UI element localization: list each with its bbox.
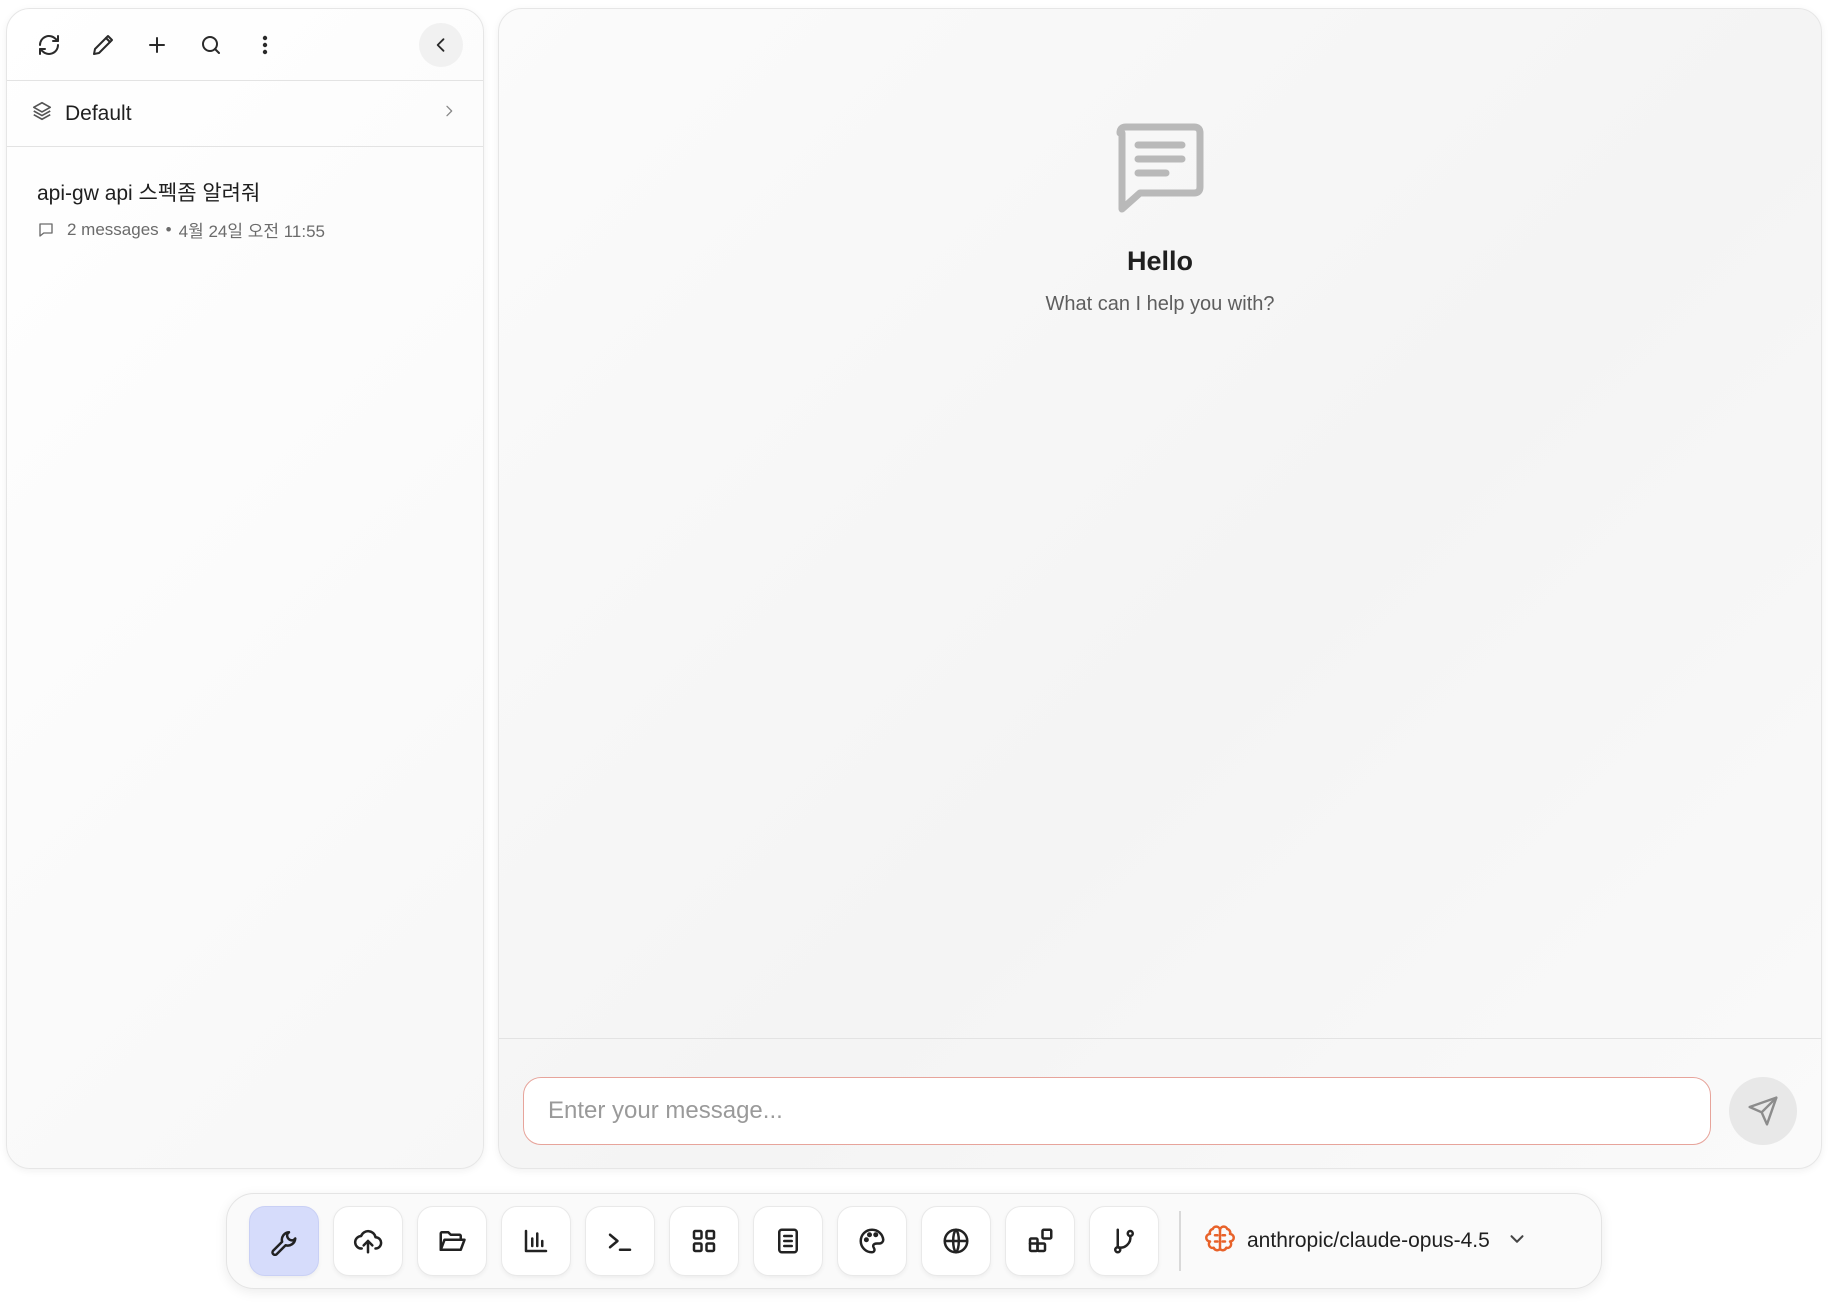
terminal-button[interactable] bbox=[585, 1206, 655, 1276]
send-icon bbox=[1748, 1096, 1778, 1126]
edit-button[interactable] bbox=[81, 23, 125, 67]
empty-state-subtitle: What can I help you with? bbox=[1045, 293, 1275, 315]
web-button[interactable] bbox=[921, 1206, 991, 1276]
extensions-button[interactable] bbox=[1005, 1206, 1075, 1276]
brain-icon bbox=[1205, 1224, 1235, 1259]
upload-button[interactable] bbox=[333, 1206, 403, 1276]
chevron-right-icon bbox=[441, 103, 457, 124]
new-chat-button[interactable] bbox=[135, 23, 179, 67]
workspace-label: Default bbox=[65, 101, 132, 125]
apps-button[interactable] bbox=[669, 1206, 739, 1276]
charts-button[interactable] bbox=[501, 1206, 571, 1276]
conversation-item[interactable]: api-gw api 스펙좀 알려줘 2 messages • 4월 24일 오… bbox=[7, 147, 483, 242]
empty-state: Hello What can I help you with? bbox=[499, 121, 1821, 316]
message-icon bbox=[39, 222, 53, 237]
plus-icon bbox=[149, 36, 165, 53]
grid-icon bbox=[692, 1229, 716, 1253]
sidebar-toolbar bbox=[7, 9, 483, 81]
chat-panel: Hello What can I help you with? bbox=[498, 8, 1822, 1169]
folder-open-icon bbox=[439, 1231, 466, 1251]
branch-button[interactable] bbox=[1089, 1206, 1159, 1276]
message-composer bbox=[499, 1038, 1821, 1168]
pencil-icon bbox=[93, 34, 113, 55]
search-button[interactable] bbox=[189, 23, 233, 67]
chevron-left-icon bbox=[436, 37, 445, 52]
layers-icon bbox=[31, 100, 53, 127]
tools-button[interactable] bbox=[249, 1206, 319, 1276]
send-button[interactable] bbox=[1729, 1077, 1797, 1145]
search-icon bbox=[202, 35, 220, 54]
refresh-icon bbox=[39, 34, 59, 55]
model-name: anthropic/claude-opus-4.5 bbox=[1247, 1229, 1490, 1252]
collapse-sidebar-button[interactable] bbox=[419, 22, 463, 67]
dock-divider bbox=[1179, 1211, 1181, 1271]
files-button[interactable] bbox=[417, 1206, 487, 1276]
chevron-down-icon bbox=[1490, 1228, 1528, 1255]
bar-chart-icon bbox=[524, 1229, 548, 1253]
cloud-upload-icon bbox=[353, 1229, 383, 1254]
refresh-button[interactable] bbox=[27, 23, 71, 67]
terminal-icon bbox=[608, 1233, 632, 1251]
app-root: Default api-gw api 스펙좀 알려줘 2 messages • … bbox=[0, 0, 1828, 1314]
conversation-timestamp: 4월 24일 오전 11:55 bbox=[178, 222, 325, 241]
model-selector[interactable]: anthropic/claude-opus-4.5 bbox=[1205, 1224, 1528, 1259]
conversation-message-count: 2 messages bbox=[67, 219, 159, 239]
tool-dock: anthropic/claude-opus-4.5 bbox=[226, 1193, 1602, 1289]
git-branch-icon bbox=[1114, 1228, 1134, 1254]
wrench-icon bbox=[271, 1231, 297, 1256]
palette-icon bbox=[859, 1228, 885, 1254]
sidebar: Default api-gw api 스펙좀 알려줘 2 messages • … bbox=[6, 8, 484, 1169]
workspace-selector[interactable]: Default bbox=[7, 81, 483, 147]
blocks-icon bbox=[1028, 1228, 1053, 1253]
theme-button[interactable] bbox=[837, 1206, 907, 1276]
notebook-button[interactable] bbox=[753, 1206, 823, 1276]
conversation-title: api-gw api 스펙좀 알려줘 bbox=[37, 182, 261, 205]
more-options-button[interactable] bbox=[243, 23, 287, 67]
notebook-icon bbox=[778, 1228, 798, 1254]
globe-icon bbox=[943, 1228, 969, 1254]
empty-state-title: Hello bbox=[1126, 246, 1193, 276]
conversation-meta: 2 messages • 4월 24일 오전 11:55 bbox=[37, 217, 453, 242]
more-vertical-icon bbox=[262, 35, 268, 54]
message-input[interactable] bbox=[523, 1077, 1711, 1145]
message-square-icon bbox=[1110, 121, 1210, 222]
meta-separator: • bbox=[165, 219, 172, 239]
